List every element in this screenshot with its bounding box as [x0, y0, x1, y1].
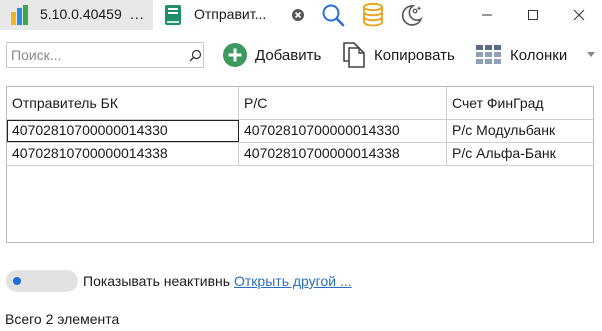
columns-button-label: Колонки: [510, 47, 568, 64]
app-logo-icon: [11, 5, 28, 25]
table-row[interactable]: 40702810700000014330 4070281070000001433…: [7, 120, 593, 143]
close-icon[interactable]: [291, 8, 305, 22]
chevron-down-icon[interactable]: [587, 52, 595, 58]
column-header-sender[interactable]: Отправитель БК: [7, 87, 239, 119]
theme-icon[interactable]: [398, 2, 424, 28]
app-version: 5.10.0.40459: [40, 6, 122, 22]
add-button-label: Добавить: [255, 47, 322, 64]
cell-fingrad-account[interactable]: Р/с Модульбанк: [447, 120, 593, 142]
book-icon: [165, 5, 181, 25]
search-field[interactable]: [6, 42, 204, 68]
search-icon[interactable]: [320, 2, 346, 28]
column-header-fingrad-account[interactable]: Счет ФинГрад: [447, 87, 593, 119]
open-other-link[interactable]: Открыть другой ...: [234, 273, 352, 289]
show-inactive-toggle[interactable]: [6, 270, 78, 292]
tab-title: Отправит...: [194, 6, 267, 22]
toggle-knob: [13, 277, 21, 285]
minimize-icon: [482, 14, 492, 16]
copy-icon: [343, 42, 365, 68]
close-window-button[interactable]: [556, 0, 602, 30]
column-header-account[interactable]: Р/С: [239, 87, 447, 119]
copy-button[interactable]: Копировать: [341, 40, 463, 70]
add-icon: [223, 43, 247, 67]
add-button[interactable]: Добавить: [222, 40, 326, 70]
cell-sender[interactable]: 40702810700000014330: [7, 120, 239, 142]
title-bar: 5.10.0.40459 ... Отправит...: [0, 0, 602, 30]
cell-sender[interactable]: 40702810700000014338: [7, 143, 239, 165]
maximize-icon: [528, 10, 538, 20]
cell-fingrad-account[interactable]: Р/с Альфа-Банк: [447, 143, 593, 165]
cell-account[interactable]: 40702810700000014338: [239, 143, 447, 165]
status-count: Всего 2 элемента: [5, 311, 120, 327]
columns-icon: [476, 45, 501, 64]
columns-button[interactable]: Колонки: [475, 40, 575, 70]
app-menu-ellipsis[interactable]: ...: [130, 6, 145, 22]
minimize-button[interactable]: [464, 0, 510, 30]
tab-senders[interactable]: Отправит...: [153, 0, 309, 30]
show-inactive-label: Показывать неактивные: [83, 273, 230, 289]
app-tab[interactable]: 5.10.0.40459 ...: [0, 0, 153, 30]
table-header: Отправитель БК Р/С Счет ФинГрад: [7, 87, 593, 120]
table-row[interactable]: 40702810700000014338 4070281070000001433…: [7, 143, 593, 166]
close-window-icon: [573, 9, 585, 21]
maximize-button[interactable]: [510, 0, 556, 30]
copy-button-label: Копировать: [374, 47, 455, 64]
senders-table: Отправитель БК Р/С Счет ФинГрад 40702810…: [6, 86, 594, 243]
search-input[interactable]: [11, 46, 181, 64]
database-icon[interactable]: [360, 2, 386, 28]
search-icon[interactable]: [189, 49, 202, 62]
cell-account[interactable]: 40702810700000014330: [239, 120, 447, 142]
